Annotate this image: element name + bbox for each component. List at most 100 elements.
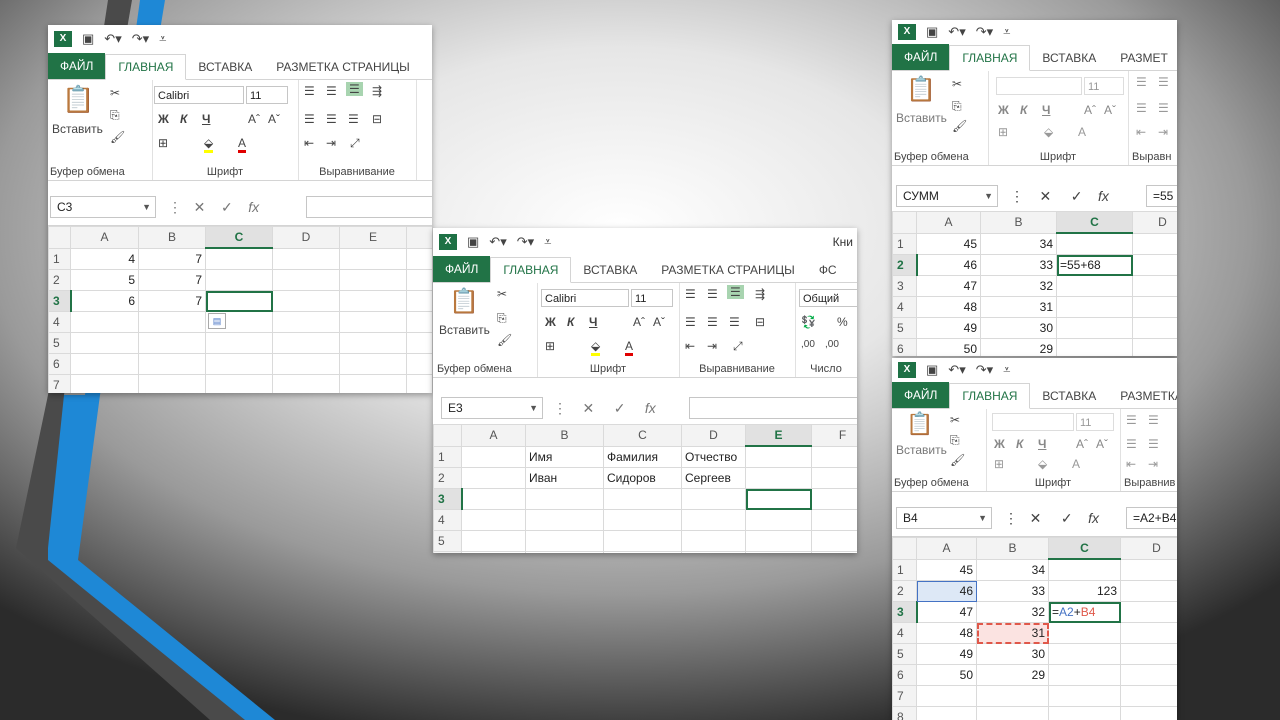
row-header-2[interactable]: 2 (433, 467, 462, 489)
cell-b7[interactable] (138, 374, 206, 393)
cell-d6[interactable] (1132, 338, 1177, 356)
align-center-icon[interactable]: ☰ (707, 315, 718, 329)
cell-d3[interactable] (1132, 275, 1177, 297)
formula-input[interactable] (689, 397, 857, 419)
save-icon[interactable]: ▣ (82, 31, 94, 47)
tab-insert[interactable]: ВСТАВКА (1030, 46, 1108, 70)
align-center-icon[interactable]: ☰ (1148, 437, 1159, 451)
tab-insert[interactable]: ВСТАВКА (1030, 384, 1108, 408)
column-header-e[interactable]: E (339, 226, 407, 249)
column-header-d[interactable]: D (1132, 211, 1177, 234)
align-left-icon[interactable]: ☰ (685, 315, 696, 329)
row-header-2[interactable]: 2 (48, 269, 71, 291)
tab-file[interactable]: ФАЙЛ (48, 53, 106, 79)
fill-color-icon[interactable]: ⬙ (1038, 457, 1047, 471)
tab-home[interactable]: ГЛАВНАЯ (105, 54, 187, 80)
tab-home[interactable]: ГЛАВНАЯ (949, 45, 1031, 71)
paste-icon[interactable]: 📋 (449, 287, 479, 316)
cell-c5[interactable] (1056, 317, 1133, 339)
save-icon[interactable]: ▣ (467, 234, 479, 250)
align-left-icon[interactable]: ☰ (1136, 101, 1147, 115)
row-header-5[interactable]: 5 (433, 530, 462, 552)
row-header-3[interactable]: 3 (48, 290, 72, 312)
cell-b1[interactable]: Имя (525, 445, 604, 468)
paste-button[interactable]: Вставить (52, 122, 103, 136)
select-all-corner[interactable] (892, 211, 917, 234)
cell-a3[interactable]: 47 (916, 275, 981, 297)
cell-d6[interactable] (272, 353, 340, 375)
cell-f5[interactable] (811, 530, 857, 552)
cell-d6[interactable] (681, 551, 746, 553)
column-header-d[interactable]: D (681, 424, 746, 447)
align-bottom-icon[interactable]: ☰ (727, 285, 744, 299)
customize-icon[interactable]: ⩡ (1003, 362, 1010, 378)
cell-d8[interactable] (1120, 706, 1177, 720)
cell-c2[interactable]: 123 (1048, 580, 1121, 602)
column-header-a[interactable]: A (916, 537, 977, 560)
cell-b5[interactable]: 30 (976, 643, 1049, 665)
cell-c4[interactable] (1048, 622, 1121, 644)
cell-extra[interactable] (406, 353, 432, 375)
select-all-corner[interactable] (892, 537, 917, 560)
cell-c4[interactable] (1056, 296, 1133, 318)
formula-input[interactable]: =55 (1146, 185, 1177, 207)
column-header-f[interactable]: F (811, 424, 857, 447)
column-header-b[interactable]: B (980, 211, 1057, 234)
cell-a3[interactable] (461, 488, 526, 510)
cell-a1[interactable] (461, 445, 526, 468)
paste-button[interactable]: Вставить (896, 111, 947, 125)
cell-e1[interactable] (339, 247, 407, 270)
cell-extra[interactable] (406, 374, 432, 393)
column-header-e[interactable]: E (745, 424, 812, 447)
font-color-icon[interactable]: A (238, 136, 247, 153)
cell-a7[interactable] (70, 374, 139, 393)
cell-d3[interactable] (681, 488, 746, 510)
row-header-5[interactable]: 5 (892, 317, 917, 339)
cell-e4[interactable] (339, 311, 407, 333)
font-grow-icon[interactable]: Aˆ (633, 315, 645, 329)
cell-e5[interactable] (745, 530, 812, 552)
italic-icon[interactable]: К (1016, 437, 1023, 451)
cell-d4[interactable] (681, 509, 746, 531)
cell-a7[interactable] (916, 685, 977, 707)
cell-c2[interactable]: Сидоров (603, 467, 682, 489)
cell-d4[interactable] (1120, 622, 1177, 644)
column-header-a[interactable]: A (70, 226, 139, 249)
cell-b1[interactable]: 34 (976, 558, 1049, 581)
copy-icon[interactable]: ⎘ (497, 311, 507, 326)
spreadsheet-grid[interactable]: ABCDE1472573674567 (48, 226, 432, 393)
borders-icon[interactable]: ⊞ (158, 136, 168, 150)
cell-b5[interactable] (525, 530, 604, 552)
cell-f1[interactable] (811, 445, 857, 468)
font-shrink-icon[interactable]: Aˇ (653, 315, 665, 329)
tab-insert[interactable]: ВСТАВКА (186, 55, 264, 79)
align-top-icon[interactable]: ☰ (1136, 75, 1147, 89)
paste-icon[interactable]: 📋 (906, 411, 933, 437)
font-size-box[interactable]: 11 (631, 289, 673, 307)
bold-icon[interactable]: Ж (998, 103, 1009, 117)
undo-icon[interactable]: ↶▾ (489, 234, 506, 250)
cell-c2[interactable]: =55+68 (1056, 254, 1133, 276)
cell-d1[interactable] (1132, 232, 1177, 255)
cell-e4[interactable] (745, 509, 812, 531)
font-grow-icon[interactable]: Aˆ (1076, 437, 1088, 451)
cell-d5[interactable] (272, 332, 340, 354)
cell-c1[interactable] (205, 247, 273, 270)
row-header-7[interactable]: 7 (892, 685, 917, 707)
decimal-decrease-icon[interactable]: ,00 (825, 339, 839, 350)
cell-a6[interactable] (461, 551, 526, 553)
row-header-3[interactable]: 3 (892, 601, 918, 623)
font-color-icon[interactable]: A (1072, 457, 1080, 471)
align-top-icon[interactable]: ☰ (685, 287, 696, 301)
cell-a5[interactable]: 49 (916, 643, 977, 665)
cut-icon[interactable]: ✂ (497, 287, 507, 301)
tab-page-layout[interactable]: РАЗМЕТКА СТРАНИЦЫ (264, 55, 422, 79)
name-box[interactable]: C3 ▼ (50, 196, 156, 218)
tab-home[interactable]: ГЛАВНАЯ (949, 383, 1031, 409)
cell-b3[interactable]: 32 (976, 601, 1049, 623)
merge-icon[interactable]: ⊟ (755, 315, 765, 329)
redo-icon[interactable]: ↷▾ (517, 234, 534, 250)
font-grow-icon[interactable]: Aˆ (248, 112, 260, 126)
wrap-text-icon[interactable]: ⇶ (372, 84, 382, 98)
customize-icon[interactable]: ⩡ (1003, 24, 1010, 40)
